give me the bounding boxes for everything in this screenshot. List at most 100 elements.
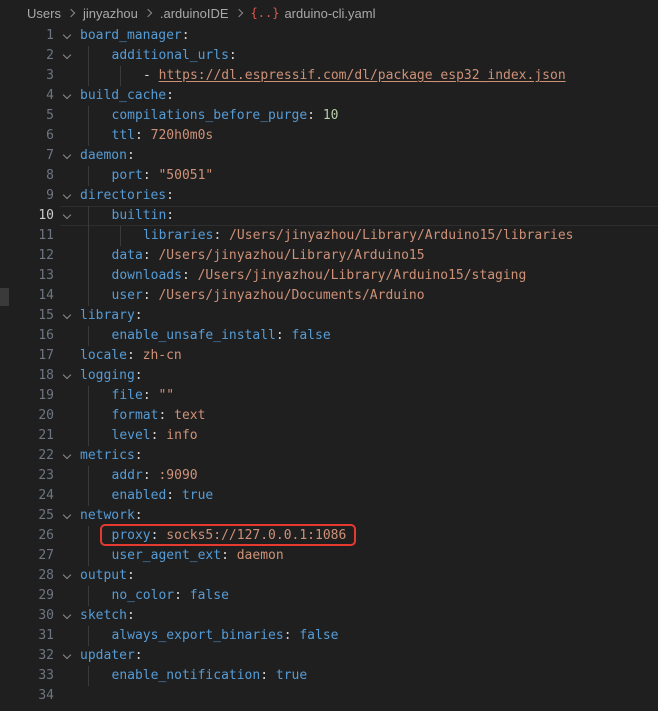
code-token: : <box>283 628 300 643</box>
line-number: 15 <box>38 308 54 323</box>
code-line[interactable]: 19 file: "" <box>0 386 658 406</box>
code-token: file <box>111 388 143 403</box>
code-line[interactable]: 22 metrics: <box>0 446 658 466</box>
line-number: 17 <box>38 348 54 363</box>
fold-chevron-icon[interactable] <box>62 50 72 60</box>
fold-chevron-icon[interactable] <box>62 650 72 660</box>
fold-chevron-icon[interactable] <box>62 450 72 460</box>
code-text: additional_urls: <box>112 46 237 66</box>
code-token: : <box>260 668 276 683</box>
code-line[interactable]: 4 build_cache: <box>0 86 658 106</box>
code-token: library <box>80 308 135 323</box>
code-token: daemon <box>80 148 127 163</box>
line-number: 34 <box>38 688 54 703</box>
code-text: compilations_before_purge: 10 <box>112 106 339 126</box>
code-token: sketch <box>80 608 127 623</box>
code-line[interactable]: 33 enable_notification: true <box>0 666 658 686</box>
line-number: 20 <box>38 408 54 423</box>
fold-chevron-icon[interactable] <box>62 190 72 200</box>
fold-chevron-icon[interactable] <box>62 370 72 380</box>
code-token: downloads <box>111 268 182 283</box>
code-text: user_agent_ext: daemon <box>112 546 284 566</box>
code-line[interactable]: 8 port: "50051" <box>0 166 658 186</box>
line-number: 8 <box>46 168 54 183</box>
code-text: - https://dl.espressif.com/dl/package_es… <box>143 66 566 86</box>
url-link[interactable]: https://dl.espressif.com/dl/package_esp3… <box>159 68 566 83</box>
code-text: downloads: /Users/jinyazhou/Library/Ardu… <box>112 266 527 286</box>
code-token: : <box>126 608 135 623</box>
code-line[interactable]: 6 ttl: 720h0m0s <box>0 126 658 146</box>
code-text: libraries: /Users/jinyazhou/Library/Ardu… <box>143 226 573 246</box>
fold-chevron-icon[interactable] <box>62 90 72 100</box>
code-token: true <box>181 488 214 503</box>
line-number: 22 <box>38 448 54 463</box>
code-line[interactable]: 34 <box>0 686 658 706</box>
code-line[interactable]: 12 data: /Users/jinyazhou/Library/Arduino… <box>0 246 658 266</box>
code-line[interactable]: 13 downloads: /Users/jinyazhou/Library/Ar… <box>0 266 658 286</box>
code-token: : <box>166 208 175 223</box>
line-number: 28 <box>38 568 54 583</box>
code-token: : <box>307 108 323 123</box>
line-number: 27 <box>38 548 54 563</box>
code-line[interactable]: 1 board_manager: <box>0 26 658 46</box>
code-line[interactable]: 5 compilations_before_purge: 10 <box>0 106 658 126</box>
code-token: enable_notification <box>111 668 261 683</box>
fold-chevron-icon[interactable] <box>62 30 72 40</box>
fold-chevron-icon[interactable] <box>62 610 72 620</box>
code-line[interactable]: 18 logging: <box>0 366 658 386</box>
line-number: 7 <box>46 148 54 163</box>
code-line[interactable]: 16 enable_unsafe_install: false <box>0 326 658 346</box>
code-line[interactable]: 9 directories: <box>0 186 658 206</box>
code-line[interactable]: 28 output: <box>0 566 658 586</box>
code-text: port: "50051" <box>112 166 214 186</box>
code-line[interactable]: 15 library: <box>0 306 658 326</box>
code-line[interactable]: 17 locale: zh-cn <box>0 346 658 366</box>
code-line[interactable]: 2 additional_urls: <box>0 46 658 66</box>
breadcrumb-item-file[interactable]: arduino-cli.yaml <box>284 6 375 21</box>
code-line[interactable]: 21 level: info <box>0 426 658 446</box>
code-line[interactable]: 11 libraries: /Users/jinyazhou/Library/Ar… <box>0 226 658 246</box>
line-number: 3 <box>46 68 54 83</box>
code-line[interactable]: 27 user_agent_ext: daemon <box>0 546 658 566</box>
code-line[interactable]: 23 addr: :9090 <box>0 466 658 486</box>
code-token: format <box>111 408 159 423</box>
breadcrumb-item-arduinoide-folder[interactable]: .arduinoIDE <box>160 6 229 21</box>
code-token: builtin <box>111 208 167 223</box>
chevron-right-icon <box>234 8 243 18</box>
code-line[interactable]: 10 builtin: <box>0 206 658 226</box>
code-line[interactable]: 3 - https://dl.espressif.com/dl/package_e… <box>0 66 658 86</box>
code-text: sketch: <box>80 606 135 626</box>
code-token: : <box>213 228 230 243</box>
code-token: zh-cn <box>142 348 182 363</box>
breadcrumb-item-users[interactable]: Users <box>27 6 61 21</box>
code-line[interactable]: 24 enabled: true <box>0 486 658 506</box>
code-text: network: <box>80 506 143 526</box>
code-token: : <box>158 408 175 423</box>
fold-chevron-icon[interactable] <box>62 210 72 220</box>
code-token: : <box>150 428 167 443</box>
fold-chevron-icon[interactable] <box>62 150 72 160</box>
code-editor[interactable]: 1 board_manager: 2 additional_urls: 3 - https… <box>0 26 658 711</box>
code-line[interactable]: 20 format: text <box>0 406 658 426</box>
code-token: true <box>275 668 308 683</box>
code-token: daemon <box>236 548 284 563</box>
code-line[interactable]: 14 user: /Users/jinyazhou/Documents/Ardui… <box>0 286 658 306</box>
code-token: board_manager <box>80 28 182 43</box>
code-line[interactable]: 31 always_export_binaries: false <box>0 626 658 646</box>
fold-chevron-icon[interactable] <box>62 570 72 580</box>
code-token: : <box>142 248 159 263</box>
code-line[interactable]: 32 updater: <box>0 646 658 666</box>
code-token: : <box>126 568 135 583</box>
code-text: enable_notification: true <box>112 666 308 686</box>
code-text: board_manager: <box>80 26 190 46</box>
code-line[interactable]: 30 sketch: <box>0 606 658 626</box>
breadcrumb-item-user-folder[interactable]: jinyazhou <box>83 6 138 21</box>
code-line[interactable]: 7 daemon: <box>0 146 658 166</box>
code-token: : <box>134 308 143 323</box>
fold-chevron-icon[interactable] <box>62 510 72 520</box>
code-line[interactable]: 25 network: <box>0 506 658 526</box>
code-token: : <box>275 328 292 343</box>
code-token: 10 <box>322 108 339 123</box>
fold-chevron-icon[interactable] <box>62 310 72 320</box>
code-line[interactable]: 29 no_color: false <box>0 586 658 606</box>
